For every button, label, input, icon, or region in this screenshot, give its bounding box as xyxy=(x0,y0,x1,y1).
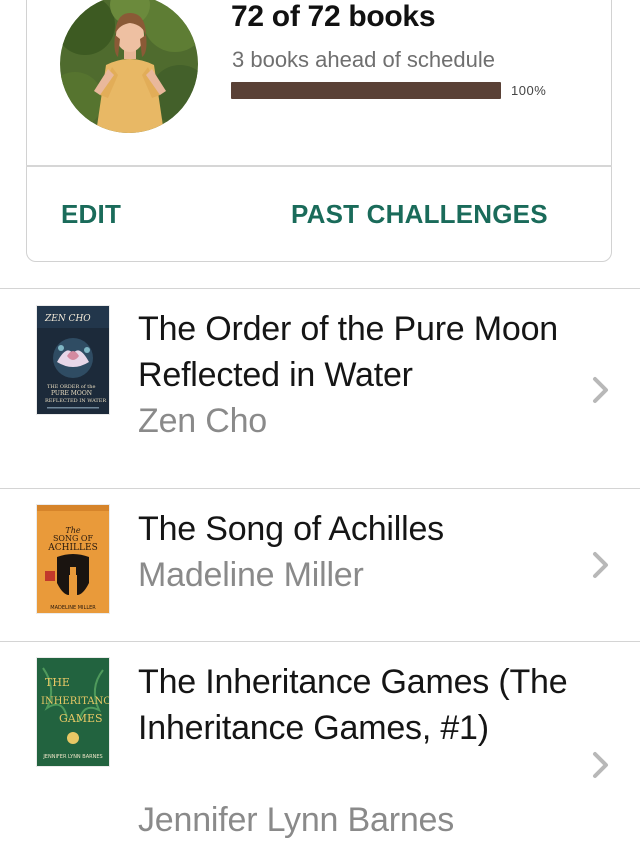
svg-text:PURE MOON: PURE MOON xyxy=(51,390,92,397)
svg-text:MADELINE MILLER: MADELINE MILLER xyxy=(50,605,96,611)
chevron-right-icon xyxy=(590,375,612,405)
books-read-count: 72 of 72 books xyxy=(231,0,436,33)
reading-challenge-screen: 72 of 72 books 3 books ahead of schedule… xyxy=(0,0,640,855)
book-author: Madeline Miller xyxy=(138,556,364,594)
svg-text:INHERITANCE: INHERITANCE xyxy=(41,696,109,707)
book-cover: THE INHERITANCE GAMES JENNIFER LYNN BARN… xyxy=(37,658,109,766)
past-challenges-button[interactable]: PAST CHALLENGES xyxy=(291,198,548,230)
svg-text:ZEN CHO: ZEN CHO xyxy=(44,314,91,324)
svg-text:SONG OF: SONG OF xyxy=(53,534,94,543)
book-title: The Song of Achilles xyxy=(138,510,444,548)
svg-text:ACHILLES: ACHILLES xyxy=(47,543,97,553)
book-list: ZEN CHO THE ORDER of the PURE MOON REFLE… xyxy=(0,288,640,855)
card-divider xyxy=(26,165,612,167)
book-list-item[interactable]: ZEN CHO THE ORDER of the PURE MOON REFLE… xyxy=(0,288,640,488)
book-list-item[interactable]: THE INHERITANCE GAMES JENNIFER LYNN BARN… xyxy=(0,641,640,855)
book-author: Jennifer Lynn Barnes xyxy=(138,801,455,839)
chevron-right-icon xyxy=(590,750,612,780)
book-cover: The SONG OF ACHILLES MADELINE MILLER xyxy=(37,505,109,613)
book-title: The Inheritance Games (The Inheritance G… xyxy=(138,663,568,747)
chevron-right-icon xyxy=(590,550,612,580)
book-cover: ZEN CHO THE ORDER of the PURE MOON REFLE… xyxy=(37,306,109,414)
progress-bar-fill xyxy=(231,82,501,99)
svg-text:JENNIFER LYNN BARNES: JENNIFER LYNN BARNES xyxy=(42,754,102,760)
svg-text:REFLECTED IN WATER: REFLECTED IN WATER xyxy=(45,398,106,404)
svg-text:GAMES: GAMES xyxy=(59,712,103,725)
svg-text:THE: THE xyxy=(45,676,70,689)
book-title: The Order of the Pure Moon Reflected in … xyxy=(138,310,559,394)
progress-bar xyxy=(231,82,501,99)
book-author: Zen Cho xyxy=(138,402,268,440)
book-list-item[interactable]: The SONG OF ACHILLES MADELINE MILLER The… xyxy=(0,488,640,641)
schedule-status: 3 books ahead of schedule xyxy=(232,47,495,72)
user-avatar xyxy=(60,0,198,133)
edit-button[interactable]: EDIT xyxy=(61,198,121,230)
progress-percent: 100% xyxy=(511,83,547,98)
